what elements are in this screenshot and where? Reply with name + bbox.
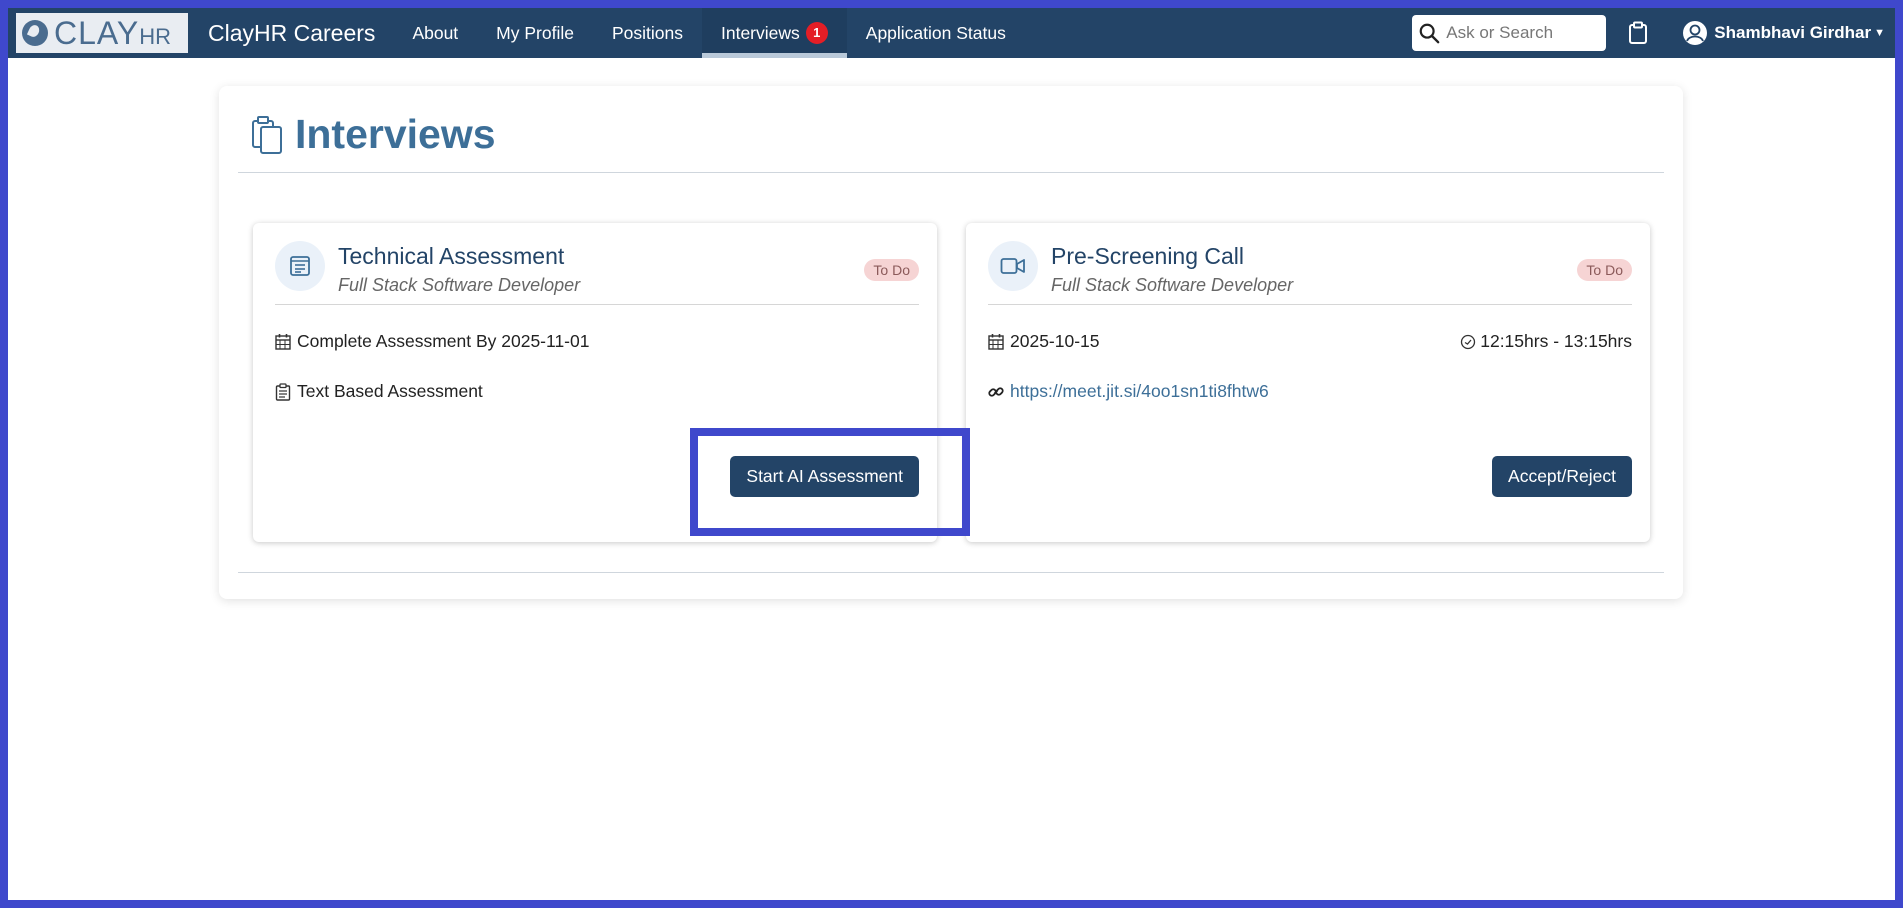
page-title: Interviews: [295, 111, 496, 157]
header-divider: [238, 172, 1664, 173]
assessment-type-row: Text Based Assessment: [275, 381, 483, 402]
calendar-icon: [988, 334, 1004, 350]
nav-my-profile[interactable]: My Profile: [477, 8, 593, 58]
chevron-down-icon: ▼: [1874, 27, 1885, 39]
card-title: Technical Assessment: [338, 243, 565, 269]
nav-application-status[interactable]: Application Status: [847, 8, 1025, 58]
nav-interviews[interactable]: Interviews 1: [701, 8, 847, 58]
top-navbar: CLAYHR ClayHR Careers About My Profile P…: [8, 8, 1895, 58]
logo-mark-icon: [22, 20, 48, 46]
clayhr-logo[interactable]: CLAYHR: [16, 13, 188, 53]
link-icon: [988, 386, 1004, 397]
technical-assessment-card: Technical Assessment Full Stack Software…: [253, 223, 937, 542]
search-input[interactable]: [1446, 23, 1597, 43]
card-subtitle: Full Stack Software Developer: [338, 275, 581, 295]
meeting-link-row: https://meet.jit.si/4oo1sn1ti8fhtw6: [988, 381, 1269, 402]
start-ai-assessment-button[interactable]: Start AI Assessment: [730, 456, 919, 497]
video-camera-icon: [988, 241, 1038, 291]
logo-text: CLAYHR: [54, 15, 171, 51]
time-row: 12:15hrs - 13:15hrs: [1460, 331, 1632, 352]
deadline-text: Complete Assessment By 2025-11-01: [297, 331, 590, 351]
status-badge: To Do: [1577, 259, 1632, 281]
clipboard-copy-icon: [252, 115, 282, 154]
assessment-type-text: Text Based Assessment: [297, 381, 483, 401]
card-divider: [988, 304, 1632, 305]
clock-icon: [1461, 334, 1476, 349]
date-row: 2025-10-15: [988, 331, 1100, 352]
clipboard-button[interactable]: [1624, 15, 1652, 51]
pre-screening-card: Pre-Screening Call Full Stack Software D…: [966, 223, 1650, 542]
footer-divider: [238, 572, 1664, 573]
accept-reject-button[interactable]: Accept/Reject: [1492, 456, 1632, 497]
assessment-icon: [275, 241, 325, 291]
card-subtitle: Full Stack Software Developer: [1051, 275, 1294, 295]
date-text: 2025-10-15: [1010, 331, 1100, 351]
nav-positions[interactable]: Positions: [593, 8, 702, 58]
user-name: Shambhavi Girdhar: [1714, 23, 1872, 42]
interviews-panel: Interviews Technical Assessment Full Sta…: [219, 86, 1683, 599]
avatar-icon: [1683, 21, 1708, 45]
status-badge: To Do: [864, 259, 919, 281]
nav-about[interactable]: About: [393, 8, 477, 58]
panel-header: Interviews: [251, 111, 496, 158]
brand-title[interactable]: ClayHR Careers: [208, 20, 375, 47]
search-box[interactable]: [1412, 15, 1607, 51]
search-icon: [1419, 23, 1440, 44]
interviews-count-badge: 1: [805, 22, 828, 44]
user-menu[interactable]: Shambhavi Girdhar ▼: [1682, 20, 1885, 46]
card-title: Pre-Screening Call: [1051, 243, 1245, 269]
calendar-icon: [275, 334, 291, 350]
clipboard-list-icon: [275, 382, 291, 401]
card-divider: [275, 304, 919, 305]
meeting-link[interactable]: https://meet.jit.si/4oo1sn1ti8fhtw6: [1010, 381, 1269, 402]
clipboard-icon: [1629, 21, 1648, 44]
deadline-row: Complete Assessment By 2025-11-01: [275, 331, 589, 352]
time-text: 12:15hrs - 13:15hrs: [1480, 331, 1632, 351]
